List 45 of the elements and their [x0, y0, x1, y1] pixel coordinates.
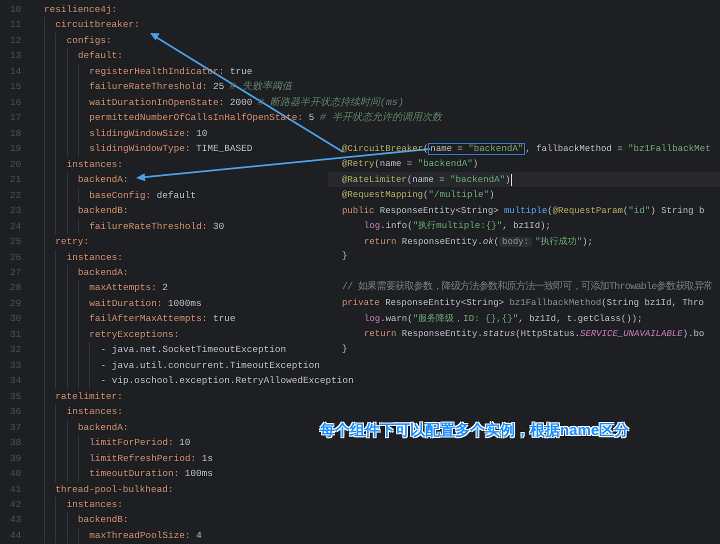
code-line: instances: — [66, 250, 123, 264]
code-line: maxAttempts: 2 — [89, 281, 168, 296]
code-line: thread-pool-bulkhead: — [55, 482, 174, 497]
code-line: - java.util.concurrent.TimeoutException — [100, 358, 320, 373]
code-line: log.warn("服务降级，ID: {},{}", bz1Id, t.getClass()); — [363, 312, 644, 326]
code-line: backendB: — [78, 204, 129, 218]
code-line: limitForPeriod: 10 — [89, 436, 190, 450]
code-line: } — [341, 250, 348, 264]
code-line: slidingWindowSize: 10 — [89, 126, 208, 141]
code-line: @RequestMapping("/multiple") — [341, 188, 496, 202]
code-line: log.info("执行multiple:{}", bz1Id); — [363, 219, 552, 234]
code-line: retry: — [55, 235, 90, 250]
code-line: failAfterMaxAttempts: true — [89, 312, 236, 326]
code-line: ratelimiter: — [55, 390, 123, 404]
code-line: limitRefreshPeriod: 1s — [89, 452, 213, 466]
code-line: backendA: — [78, 420, 129, 435]
code-line: public ResponseEntity<String> multiple(@RequestParam("id") String b — [341, 204, 706, 218]
code-line: private ResponseEntity<String> bz1FallbackMethod(String bz1Id, Thro — [341, 296, 705, 310]
code-line: slidingWindowType: TIME_BASED — [89, 142, 252, 156]
code-line: @CircuitBreaker( name = "backendA" , fallbackMethod = "bz1FallbackMet — [341, 142, 712, 156]
code-line: circuitbreaker: — [55, 18, 140, 32]
code-line: instances: — [66, 498, 123, 512]
code-line: failureRateThreshold: 25 # 失败率阈值 — [89, 80, 292, 95]
code-line: return ResponseEntity.status(HttpStatus.SERVICE_UNAVAILABLE).bo — [363, 328, 706, 341]
code-line: // 如果需要获取参数，降级方法参数和原方法一致即可，可添加Throwable参数获取异常 — [341, 280, 714, 296]
code-line: } — [341, 343, 348, 356]
code-line: backendB: — [78, 513, 129, 528]
code-line: backendA: — [78, 266, 129, 280]
code-line: waitDuration: 1000ms — [89, 296, 202, 311]
code-line: instances: — [66, 158, 123, 172]
code-line: instances: — [66, 405, 123, 420]
code-line: resilience4j: — [44, 3, 118, 17]
code-line: configs: — [66, 34, 112, 48]
code-line: maxThreadPoolSize: 4 — [89, 528, 202, 543]
code-line: return ResponseEntity.ok( body: "执行成功"); — [363, 234, 594, 249]
code-line: backendA: — [78, 173, 129, 188]
annotation-text: 每个组件下可以配置多个实例，根据name区分 — [320, 421, 630, 441]
code-line: default: — [78, 49, 123, 64]
code-line: @Retry(name = "backendA") — [341, 157, 480, 172]
code-line: retryExceptions: — [89, 328, 180, 342]
code-line: baseConfig: default — [89, 188, 196, 203]
code-line: timeoutDuration: 100ms — [89, 467, 213, 482]
code-line: - java.net.SocketTimeoutException — [100, 343, 286, 358]
code-line: - vip.oschool.exception.RetryAllowedException — [100, 374, 354, 388]
code-line: failureRateThreshold: 30 — [89, 220, 224, 234]
